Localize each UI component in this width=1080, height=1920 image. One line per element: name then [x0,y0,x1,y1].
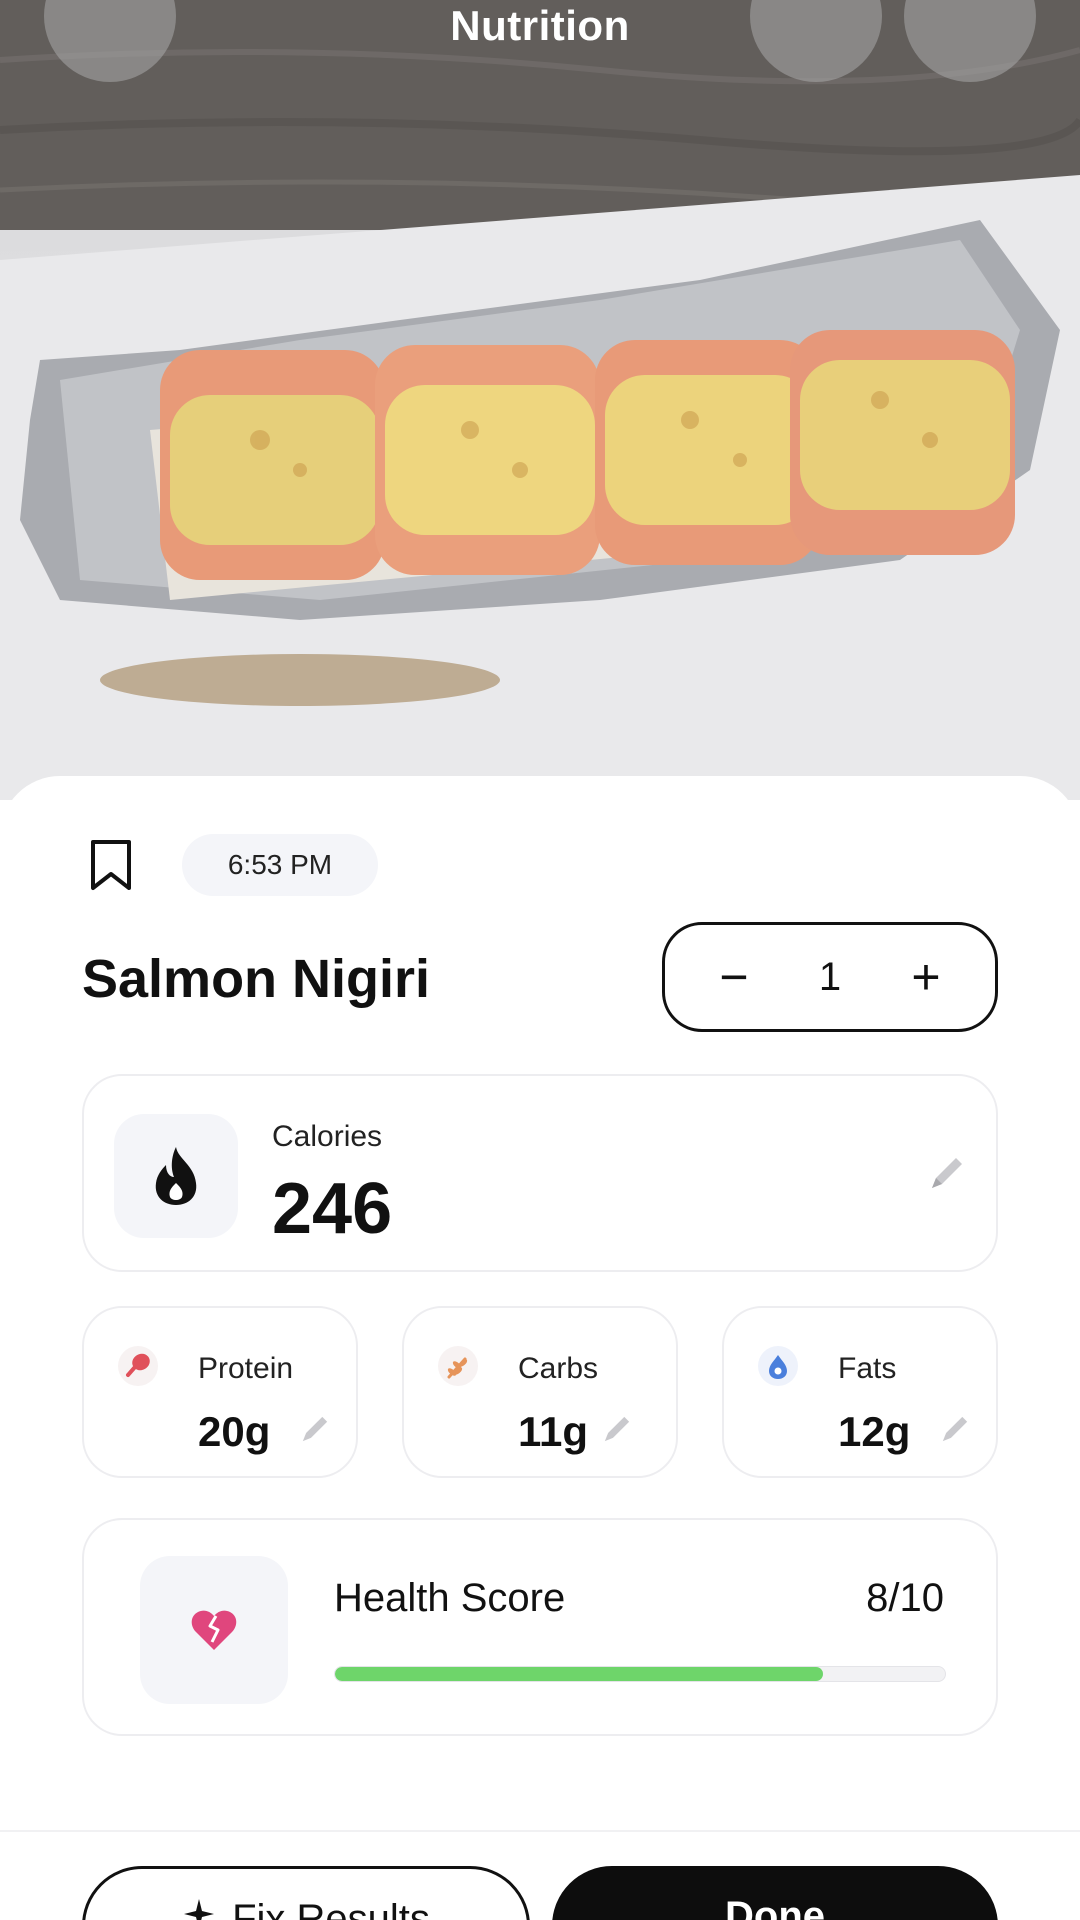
food-photo: Nutrition [0,0,1080,800]
share-button[interactable] [750,0,882,82]
carbs-value: 11g [518,1408,589,1455]
bookmark-icon[interactable] [88,838,134,892]
increase-button[interactable]: + [901,952,951,1002]
protein-card: Protein 20g [82,1306,358,1478]
fats-label: Fats [838,1352,897,1385]
quantity-value: 1 [818,954,842,999]
done-label: Done [725,1894,825,1920]
health-score-value: 8/10 [866,1576,944,1620]
carbs-card: Carbs 11g [402,1306,678,1478]
calories-card: Calories 246 [82,1074,998,1272]
wheat-icon [438,1346,478,1386]
decrease-button[interactable]: − [709,952,759,1002]
fix-results-button[interactable]: Fix Results [82,1866,530,1920]
sparkle-icon [184,1899,215,1920]
calories-value: 246 [272,1169,393,1249]
quantity-stepper: − 1 + [662,922,998,1032]
edit-fats-icon[interactable] [938,1412,972,1446]
health-score-bar-fill [335,1667,823,1681]
time-badge: 6:53 PM [182,834,378,896]
fix-results-label: Fix Results [232,1897,430,1920]
health-score-label: Health Score [334,1576,566,1620]
health-icon-box [140,1556,288,1704]
fats-value: 12g [838,1408,911,1455]
top-bar: Nutrition [0,0,1080,100]
flame-icon [155,1147,197,1205]
protein-value: 20g [198,1408,271,1455]
broken-heart-icon [191,1610,237,1650]
edit-calories-icon[interactable] [926,1152,968,1194]
oil-drop-icon [758,1346,798,1386]
edit-protein-icon[interactable] [298,1412,332,1446]
drumstick-icon [118,1346,158,1386]
edit-carbs-icon[interactable] [600,1412,634,1446]
calories-label: Calories [272,1120,383,1153]
fats-card: Fats 12g [722,1306,998,1478]
carbs-label: Carbs [518,1352,599,1385]
health-score-bar [334,1666,946,1682]
protein-label: Protein [198,1352,294,1385]
flame-icon-box [114,1114,238,1238]
divider [0,1830,1080,1832]
food-name: Salmon Nigiri [82,949,431,1009]
done-button[interactable]: Done [552,1866,998,1920]
health-score-card: Health Score 8/10 [82,1518,998,1736]
more-options-button[interactable] [904,0,1036,82]
